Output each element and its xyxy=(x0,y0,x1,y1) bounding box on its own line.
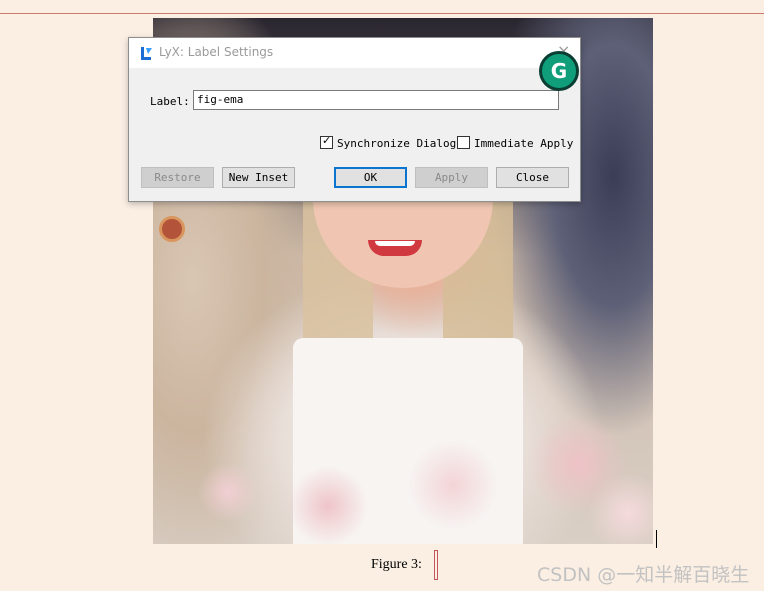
dialog-title: LyX: Label Settings xyxy=(159,45,274,59)
lyx-app-icon xyxy=(141,47,152,60)
label-field-caption: Label: xyxy=(150,95,190,108)
text-cursor xyxy=(656,530,657,548)
label-settings-dialog: LyX: Label Settings × Label: fig-ema Syn… xyxy=(128,37,581,202)
apply-button[interactable]: Apply xyxy=(415,167,488,188)
ok-button[interactable]: OK xyxy=(334,167,407,188)
restore-button[interactable]: Restore xyxy=(141,167,214,188)
label-input[interactable]: fig-ema xyxy=(193,90,559,110)
dialog-titlebar[interactable]: LyX: Label Settings × xyxy=(129,38,580,68)
page-top-border xyxy=(0,13,764,14)
figure-caption[interactable]: Figure 3: xyxy=(371,557,422,573)
grammarly-icon[interactable]: G xyxy=(539,51,579,91)
immediate-apply-checkbox[interactable] xyxy=(457,136,470,149)
new-inset-button[interactable]: New Inset xyxy=(222,167,295,188)
watermark-text: CSDN @一知半解百晓生 xyxy=(537,564,750,586)
immediate-apply-label[interactable]: Immediate Apply xyxy=(474,137,573,150)
synchronize-dialog-checkbox[interactable] xyxy=(320,134,333,149)
label-inset-marker[interactable] xyxy=(434,550,438,580)
synchronize-dialog-label[interactable]: Synchronize Dialog xyxy=(337,137,456,150)
close-button[interactable]: Close xyxy=(496,167,569,188)
